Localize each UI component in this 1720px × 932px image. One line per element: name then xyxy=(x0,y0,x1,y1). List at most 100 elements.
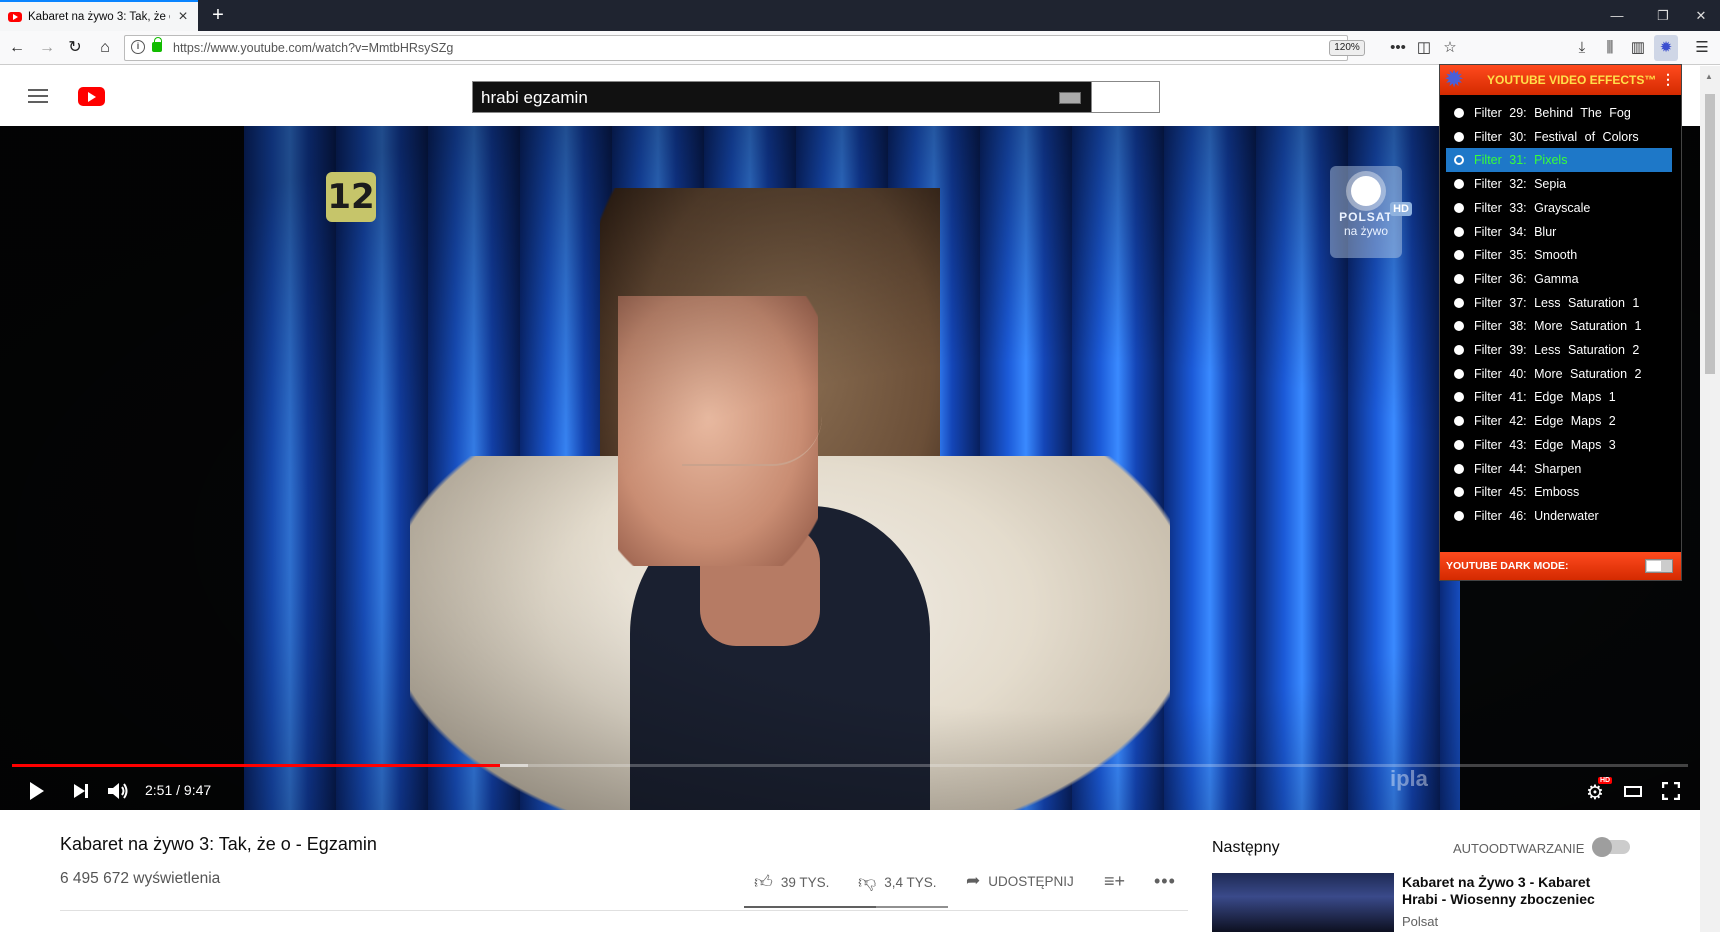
pocket-icon[interactable]: ◫ xyxy=(1412,35,1436,61)
sentiment-bar-likes xyxy=(744,906,876,908)
filter-option[interactable]: Filter 33: Grayscale xyxy=(1446,196,1672,220)
filter-option[interactable]: Filter 29: Behind The Fog xyxy=(1446,101,1672,125)
search-button[interactable] xyxy=(1092,81,1160,113)
menu-icon[interactable]: ☰ xyxy=(1690,35,1714,61)
filter-option[interactable]: Filter 31: Pixels xyxy=(1446,148,1672,173)
add-to-playlist-icon[interactable]: ≡+ xyxy=(1104,871,1125,892)
guide-menu-icon[interactable] xyxy=(28,89,48,103)
more-options-icon[interactable]: ••• xyxy=(1154,871,1176,892)
video-title: Kabaret na żywo 3: Tak, że o - Egzamin xyxy=(60,834,377,854)
popup-menu-icon[interactable]: ⋮ xyxy=(1661,71,1675,88)
filter-option[interactable]: Filter 45: Emboss xyxy=(1446,480,1672,504)
scroll-up-icon[interactable]: ▲ xyxy=(1705,72,1713,81)
autoplay-toggle[interactable] xyxy=(1592,837,1630,857)
filter-option[interactable]: Filter 36: Gamma xyxy=(1446,267,1672,291)
ipla-watermark: ipla xyxy=(1390,766,1428,791)
filter-label: Filter 40: More Saturation 2 xyxy=(1474,366,1642,381)
restore-button[interactable]: ❐ xyxy=(1640,0,1686,31)
radio-dot-icon xyxy=(1454,226,1464,237)
filter-option[interactable]: Filter 32: Sepia xyxy=(1446,172,1672,196)
up-next-heading: Następny xyxy=(1212,839,1280,856)
close-window-button[interactable]: ✕ xyxy=(1682,0,1720,31)
filter-label: Filter 35: Smooth xyxy=(1474,248,1578,263)
view-count: 6 495 672 wyświetlenia xyxy=(60,870,221,887)
filter-label: Filter 44: Sharpen xyxy=(1474,461,1582,476)
new-tab-button[interactable]: + xyxy=(206,3,230,27)
radio-dot-icon xyxy=(1454,321,1464,332)
filter-option[interactable]: Filter 35: Smooth xyxy=(1446,243,1672,267)
play-icon[interactable] xyxy=(30,782,44,800)
polsat-sun-icon xyxy=(1351,176,1381,206)
filter-option[interactable]: Filter 37: Less Saturation 1 xyxy=(1446,291,1672,315)
lock-icon xyxy=(152,37,162,52)
filter-option[interactable]: Filter 42: Edge Maps 2 xyxy=(1446,409,1672,433)
browser-tab[interactable]: Kabaret na żywo 3: Tak, że o - E × xyxy=(0,0,198,31)
thumbs-up-icon: 👍︎ xyxy=(754,872,773,892)
filter-option[interactable]: Filter 43: Edge Maps 3 xyxy=(1446,433,1672,457)
forward-button[interactable]: → xyxy=(34,35,60,61)
filter-option[interactable]: Filter 44: Sharpen xyxy=(1446,457,1672,481)
radio-dot-icon xyxy=(1454,179,1464,190)
theater-mode-icon[interactable] xyxy=(1624,786,1642,797)
bookmark-star-icon[interactable]: ☆ xyxy=(1438,35,1462,61)
filter-option[interactable]: Filter 39: Less Saturation 2 xyxy=(1446,338,1672,362)
radio-dot-icon xyxy=(1454,487,1464,498)
address-bar[interactable]: i https://www.youtube.com/watch?v=MmtbHR… xyxy=(124,35,1365,61)
dark-mode-toggle[interactable] xyxy=(1645,559,1673,573)
fullscreen-icon[interactable] xyxy=(1662,782,1680,800)
reload-button[interactable]: ↻ xyxy=(62,35,88,61)
minimize-button[interactable]: — xyxy=(1594,0,1640,31)
like-button[interactable]: 👍︎ 39 TYS. xyxy=(754,871,829,893)
filter-option[interactable]: Filter 30: Festival of Colors xyxy=(1446,125,1672,149)
radio-dot-icon xyxy=(1454,202,1464,213)
filter-label: Filter 33: Grayscale xyxy=(1474,200,1591,215)
popup-header: ✹ YOUTUBE VIDEO EFFECTS™ ⋮ xyxy=(1440,65,1681,95)
filter-label: Filter 43: Edge Maps 3 xyxy=(1474,437,1616,452)
next-video-thumbnail[interactable] xyxy=(1212,873,1394,932)
youtube-favicon-icon xyxy=(8,11,22,22)
library-icon[interactable]: ⫼ xyxy=(1598,35,1622,61)
progress-bar[interactable] xyxy=(12,764,1688,767)
radio-dot-icon xyxy=(1454,273,1464,284)
divider xyxy=(60,910,1188,911)
more-actions-icon[interactable]: ••• xyxy=(1386,35,1410,61)
filter-option[interactable]: Filter 38: More Saturation 1 xyxy=(1446,314,1672,338)
navigation-toolbar: ← → ↻ ⌂ i https://www.youtube.com/watch?… xyxy=(0,31,1720,65)
sidebar-icon[interactable]: ▥ xyxy=(1626,35,1650,61)
page-scrollbar[interactable]: ▲ xyxy=(1700,66,1720,932)
extension-logo-icon: ✹ xyxy=(1444,66,1465,93)
dark-mode-label: YOUTUBE DARK MODE: xyxy=(1446,560,1569,572)
radio-dot-icon xyxy=(1454,108,1464,118)
next-video-icon[interactable] xyxy=(74,784,88,798)
filter-option[interactable]: Filter 34: Blur xyxy=(1446,220,1672,244)
polsat-live-label: na żywo xyxy=(1343,224,1389,238)
autoplay-label: AUTOODTWARZANIE xyxy=(1453,841,1585,856)
filter-option[interactable]: Filter 40: More Saturation 2 xyxy=(1446,362,1672,386)
scroll-thumb[interactable] xyxy=(1705,94,1715,374)
filter-label: Filter 45: Emboss xyxy=(1474,485,1580,500)
zoom-level[interactable]: 120% xyxy=(1329,40,1365,56)
filter-option[interactable]: Filter 41: Edge Maps 1 xyxy=(1446,385,1672,409)
channel-number-badge: 12 xyxy=(326,172,376,222)
radio-dot-icon xyxy=(1454,510,1464,521)
video-effects-extension-icon[interactable]: ✹ xyxy=(1654,35,1678,61)
search-input[interactable]: hrabi egzamin xyxy=(472,81,1092,113)
url-text[interactable]: https://www.youtube.com/watch?v=MmtbHRsy… xyxy=(173,41,453,55)
filter-option[interactable]: Filter 46: Underwater xyxy=(1446,504,1672,528)
close-tab-icon[interactable]: × xyxy=(176,8,190,26)
next-video-title[interactable]: Kabaret na Żywo 3 - Kabaret Hrabi - Wios… xyxy=(1402,874,1622,908)
back-button[interactable]: ← xyxy=(4,35,30,61)
volume-icon[interactable] xyxy=(108,782,130,800)
dislike-button[interactable]: 👎︎ 3,4 TYS. xyxy=(858,871,937,893)
home-button[interactable]: ⌂ xyxy=(92,35,118,61)
filter-list[interactable]: Filter 29: Behind The Fog Filter 30: Fest… xyxy=(1440,101,1681,545)
dark-mode-bar: YOUTUBE DARK MODE: xyxy=(1440,552,1681,580)
info-icon[interactable]: i xyxy=(131,40,145,54)
download-icon[interactable]: ⤓ xyxy=(1570,35,1594,61)
youtube-logo[interactable] xyxy=(78,87,105,106)
keyboard-icon[interactable] xyxy=(1059,92,1081,104)
filter-label: Filter 42: Edge Maps 2 xyxy=(1474,414,1616,429)
next-video-channel[interactable]: Polsat xyxy=(1402,914,1438,929)
share-button[interactable]: ➦ UDOSTĘPNIJ xyxy=(966,871,1074,891)
radio-dot-icon xyxy=(1454,131,1464,142)
